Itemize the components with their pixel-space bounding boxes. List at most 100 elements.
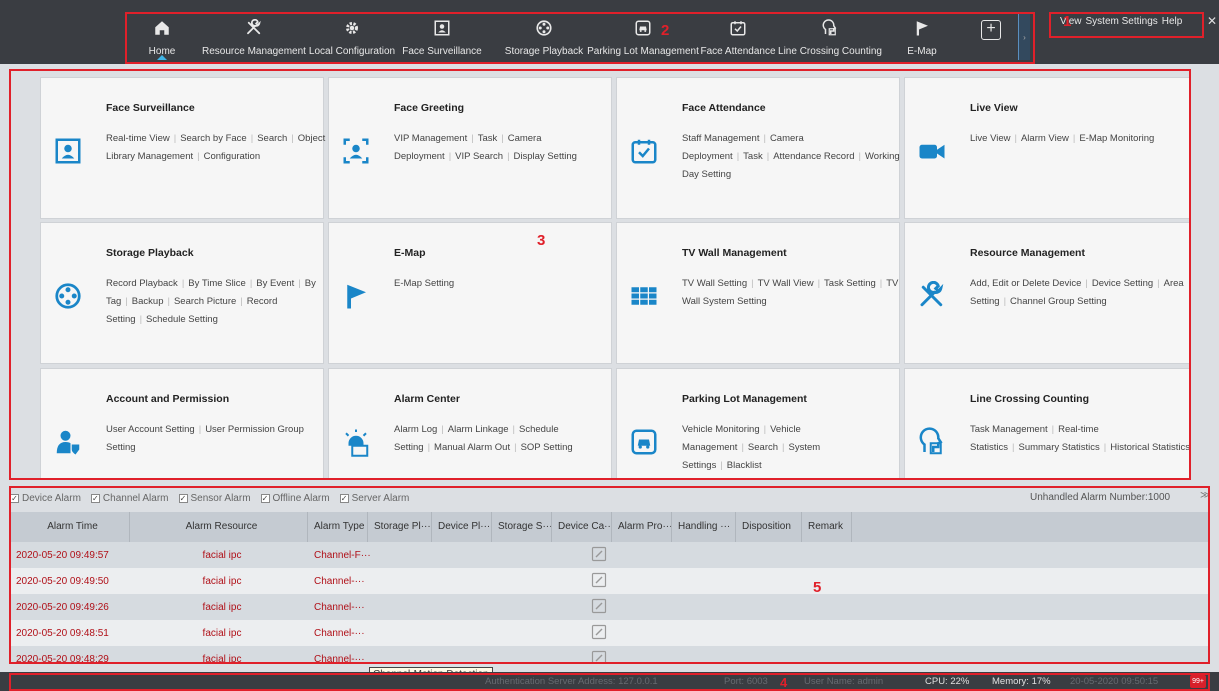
table-row[interactable]: 2020-05-20 09:49:50 facial ipc Channel-·… <box>10 568 1210 594</box>
module-link[interactable]: Device Setting <box>1092 278 1153 289</box>
nav-item-e-map[interactable]: E-Map <box>862 12 982 64</box>
column-header[interactable]: Disposition <box>736 512 802 542</box>
module-links: Staff Management | Camera Deployment | Task |… <box>682 133 900 180</box>
alarm-process-edit-icon[interactable] <box>556 546 636 565</box>
module-link[interactable]: Historical Statistics <box>1110 442 1190 453</box>
module-link[interactable]: E-Map Setting <box>394 278 454 289</box>
alarm-count-badge[interactable]: 99+ <box>1190 675 1206 688</box>
module-link[interactable]: By Event <box>256 278 294 289</box>
module-card-resource-management[interactable]: Resource Management Add, Edit or Delete … <box>904 222 1190 364</box>
module-link[interactable]: Summary Statistics <box>1018 442 1099 453</box>
calendar-check-icon <box>729 16 747 40</box>
module-link[interactable]: Search Picture <box>174 296 236 307</box>
module-link[interactable]: Live View <box>970 133 1011 144</box>
module-link[interactable]: Task <box>743 151 763 162</box>
module-card-tv-wall-management[interactable]: TV Wall Management TV Wall Setting | TV Wa… <box>616 222 900 364</box>
module-link[interactable]: Alarm Linkage <box>448 424 509 435</box>
alarm-time-cell: 2020-05-20 09:49:26 <box>16 601 109 613</box>
column-header[interactable]: Storage Pl··· <box>368 512 432 542</box>
system-settings-menu[interactable]: System Settings <box>1086 16 1158 27</box>
checkbox-checked-icon[interactable]: ✓ <box>339 493 349 503</box>
checkbox-checked-icon[interactable]: ✓ <box>10 493 19 503</box>
module-link[interactable]: Vehicle Monitoring <box>682 424 760 435</box>
module-link[interactable]: Record Playback <box>106 278 178 289</box>
filter-channel-alarm[interactable]: ✓ Channel Alarm <box>90 493 169 504</box>
add-module-button[interactable]: + <box>981 20 1001 40</box>
table-row[interactable]: 2020-05-20 09:49:26 facial ipc Channel-·… <box>10 594 1210 620</box>
alarm-process-edit-icon[interactable] <box>556 624 636 643</box>
column-header[interactable]: Device Pl··· <box>432 512 492 542</box>
filter-offline-alarm[interactable]: ✓ Offline Alarm <box>260 493 330 504</box>
help-menu[interactable]: Help <box>1162 16 1183 27</box>
module-link[interactable]: Backup <box>132 296 164 307</box>
module-link[interactable]: Task Management <box>970 424 1048 435</box>
column-header[interactable]: Alarm Type <box>308 512 368 542</box>
module-card-parking-lot-management[interactable]: Parking Lot Management Vehicle Monitorin… <box>616 368 900 480</box>
nav-scroll-right-button[interactable]: › <box>1018 14 1030 60</box>
filter-device-alarm[interactable]: ✓ Device Alarm <box>10 493 81 504</box>
module-link[interactable]: Search by Face <box>180 133 247 144</box>
module-link[interactable]: VIP Management <box>394 133 467 144</box>
module-link[interactable]: Staff Management <box>682 133 759 144</box>
module-card-face-greeting[interactable]: Face Greeting VIP Management | Task | Camera… <box>328 77 612 219</box>
close-icon[interactable]: ✕ <box>1207 14 1217 28</box>
column-header[interactable]: Storage S··· <box>492 512 552 542</box>
module-card-face-attendance[interactable]: Face Attendance Staff Management | Camera … <box>616 77 900 219</box>
module-link[interactable]: Alarm Log <box>394 424 437 435</box>
module-link[interactable]: VIP Search <box>455 151 503 162</box>
module-link[interactable]: By Time Slice <box>188 278 246 289</box>
module-link[interactable]: Search <box>748 442 778 453</box>
module-link[interactable]: Task <box>478 133 498 144</box>
module-link[interactable]: Add, Edit or Delete Device <box>970 278 1081 289</box>
table-row[interactable]: 2020-05-20 09:48:51 facial ipc Channel-·… <box>10 620 1210 646</box>
alarm-resource-cell: facial ipc <box>202 575 242 587</box>
module-link[interactable]: Real-time View <box>106 133 170 144</box>
module-link[interactable]: Display Setting <box>514 151 577 162</box>
module-title: TV Wall Management <box>682 247 787 259</box>
module-link[interactable]: Blacklist <box>727 460 762 471</box>
module-link[interactable]: Task Setting <box>824 278 876 289</box>
alarm-process-edit-icon[interactable] <box>556 650 636 664</box>
module-link[interactable]: Manual Alarm Out <box>434 442 510 453</box>
alarm-process-edit-icon[interactable] <box>556 572 636 591</box>
module-link[interactable]: SOP Setting <box>521 442 573 453</box>
module-card-account-and-permission[interactable]: Account and Permission User Account Sett… <box>40 368 324 480</box>
checkbox-checked-icon[interactable]: ✓ <box>178 493 188 503</box>
module-link[interactable]: TV Wall Setting <box>682 278 747 289</box>
module-card-face-surveillance[interactable]: Face Surveillance Real-time View | Search … <box>40 77 325 219</box>
column-header[interactable]: Device Ca··· <box>552 512 612 542</box>
alarm-process-edit-icon[interactable] <box>556 598 636 617</box>
module-link[interactable]: TV Wall View <box>758 278 814 289</box>
module-card-alarm-center[interactable]: Alarm Center Alarm Log | Alarm Linkage | Sch… <box>328 368 612 480</box>
module-card-live-view[interactable]: Live View Live View | Alarm View | E-Map Mon… <box>904 77 1190 219</box>
checkbox-checked-icon[interactable]: ✓ <box>90 493 100 503</box>
module-link[interactable]: Channel Group Setting <box>1010 296 1107 307</box>
module-link[interactable]: Schedule Setting <box>146 314 218 325</box>
alarm-type-cell: Channel-··· <box>314 601 365 613</box>
alarm-time-cell: 2020-05-20 09:49:50 <box>16 575 109 587</box>
column-header[interactable]: Handling ··· <box>672 512 736 542</box>
column-header[interactable]: Alarm Pro··· <box>612 512 672 542</box>
filter-sensor-alarm[interactable]: ✓ Sensor Alarm <box>178 493 251 504</box>
module-link[interactable]: Configuration <box>204 151 261 162</box>
alarm-time-cell: 2020-05-20 09:48:29 <box>16 653 109 665</box>
checkbox-checked-icon[interactable]: ✓ <box>260 493 270 503</box>
column-header[interactable]: Alarm Time <box>10 512 130 542</box>
module-card-line-crossing-counting[interactable]: Line Crossing Counting Task Management | R… <box>904 368 1190 480</box>
collapse-chevron-icon[interactable]: ≫ <box>1200 490 1210 501</box>
module-card-storage-playback[interactable]: Storage Playback Record Playback | By Time… <box>40 222 324 364</box>
alarm-type-cell: Channel-··· <box>314 575 365 587</box>
module-link[interactable]: E-Map Monitoring <box>1079 133 1154 144</box>
table-row[interactable]: 2020-05-20 09:49:57 facial ipc Channel-F… <box>10 542 1210 568</box>
module-link[interactable]: Search <box>257 133 287 144</box>
table-row[interactable]: 2020-05-20 09:48:29 facial ipc Channel-·… <box>10 646 1210 664</box>
module-link[interactable]: Attendance Record <box>773 151 854 162</box>
column-header[interactable]: Remark <box>802 512 852 542</box>
module-link[interactable]: User Account Setting <box>106 424 195 435</box>
module-link[interactable]: Alarm View <box>1021 133 1069 144</box>
nav-item-label: Resource Management <box>202 46 306 57</box>
alarm-time-cell: 2020-05-20 09:49:57 <box>16 549 109 561</box>
module-card-e-map[interactable]: E-Map E-Map Setting <box>328 222 612 364</box>
filter-server-alarm[interactable]: ✓ Server Alarm <box>339 493 409 504</box>
column-header[interactable]: Alarm Resource <box>130 512 308 542</box>
